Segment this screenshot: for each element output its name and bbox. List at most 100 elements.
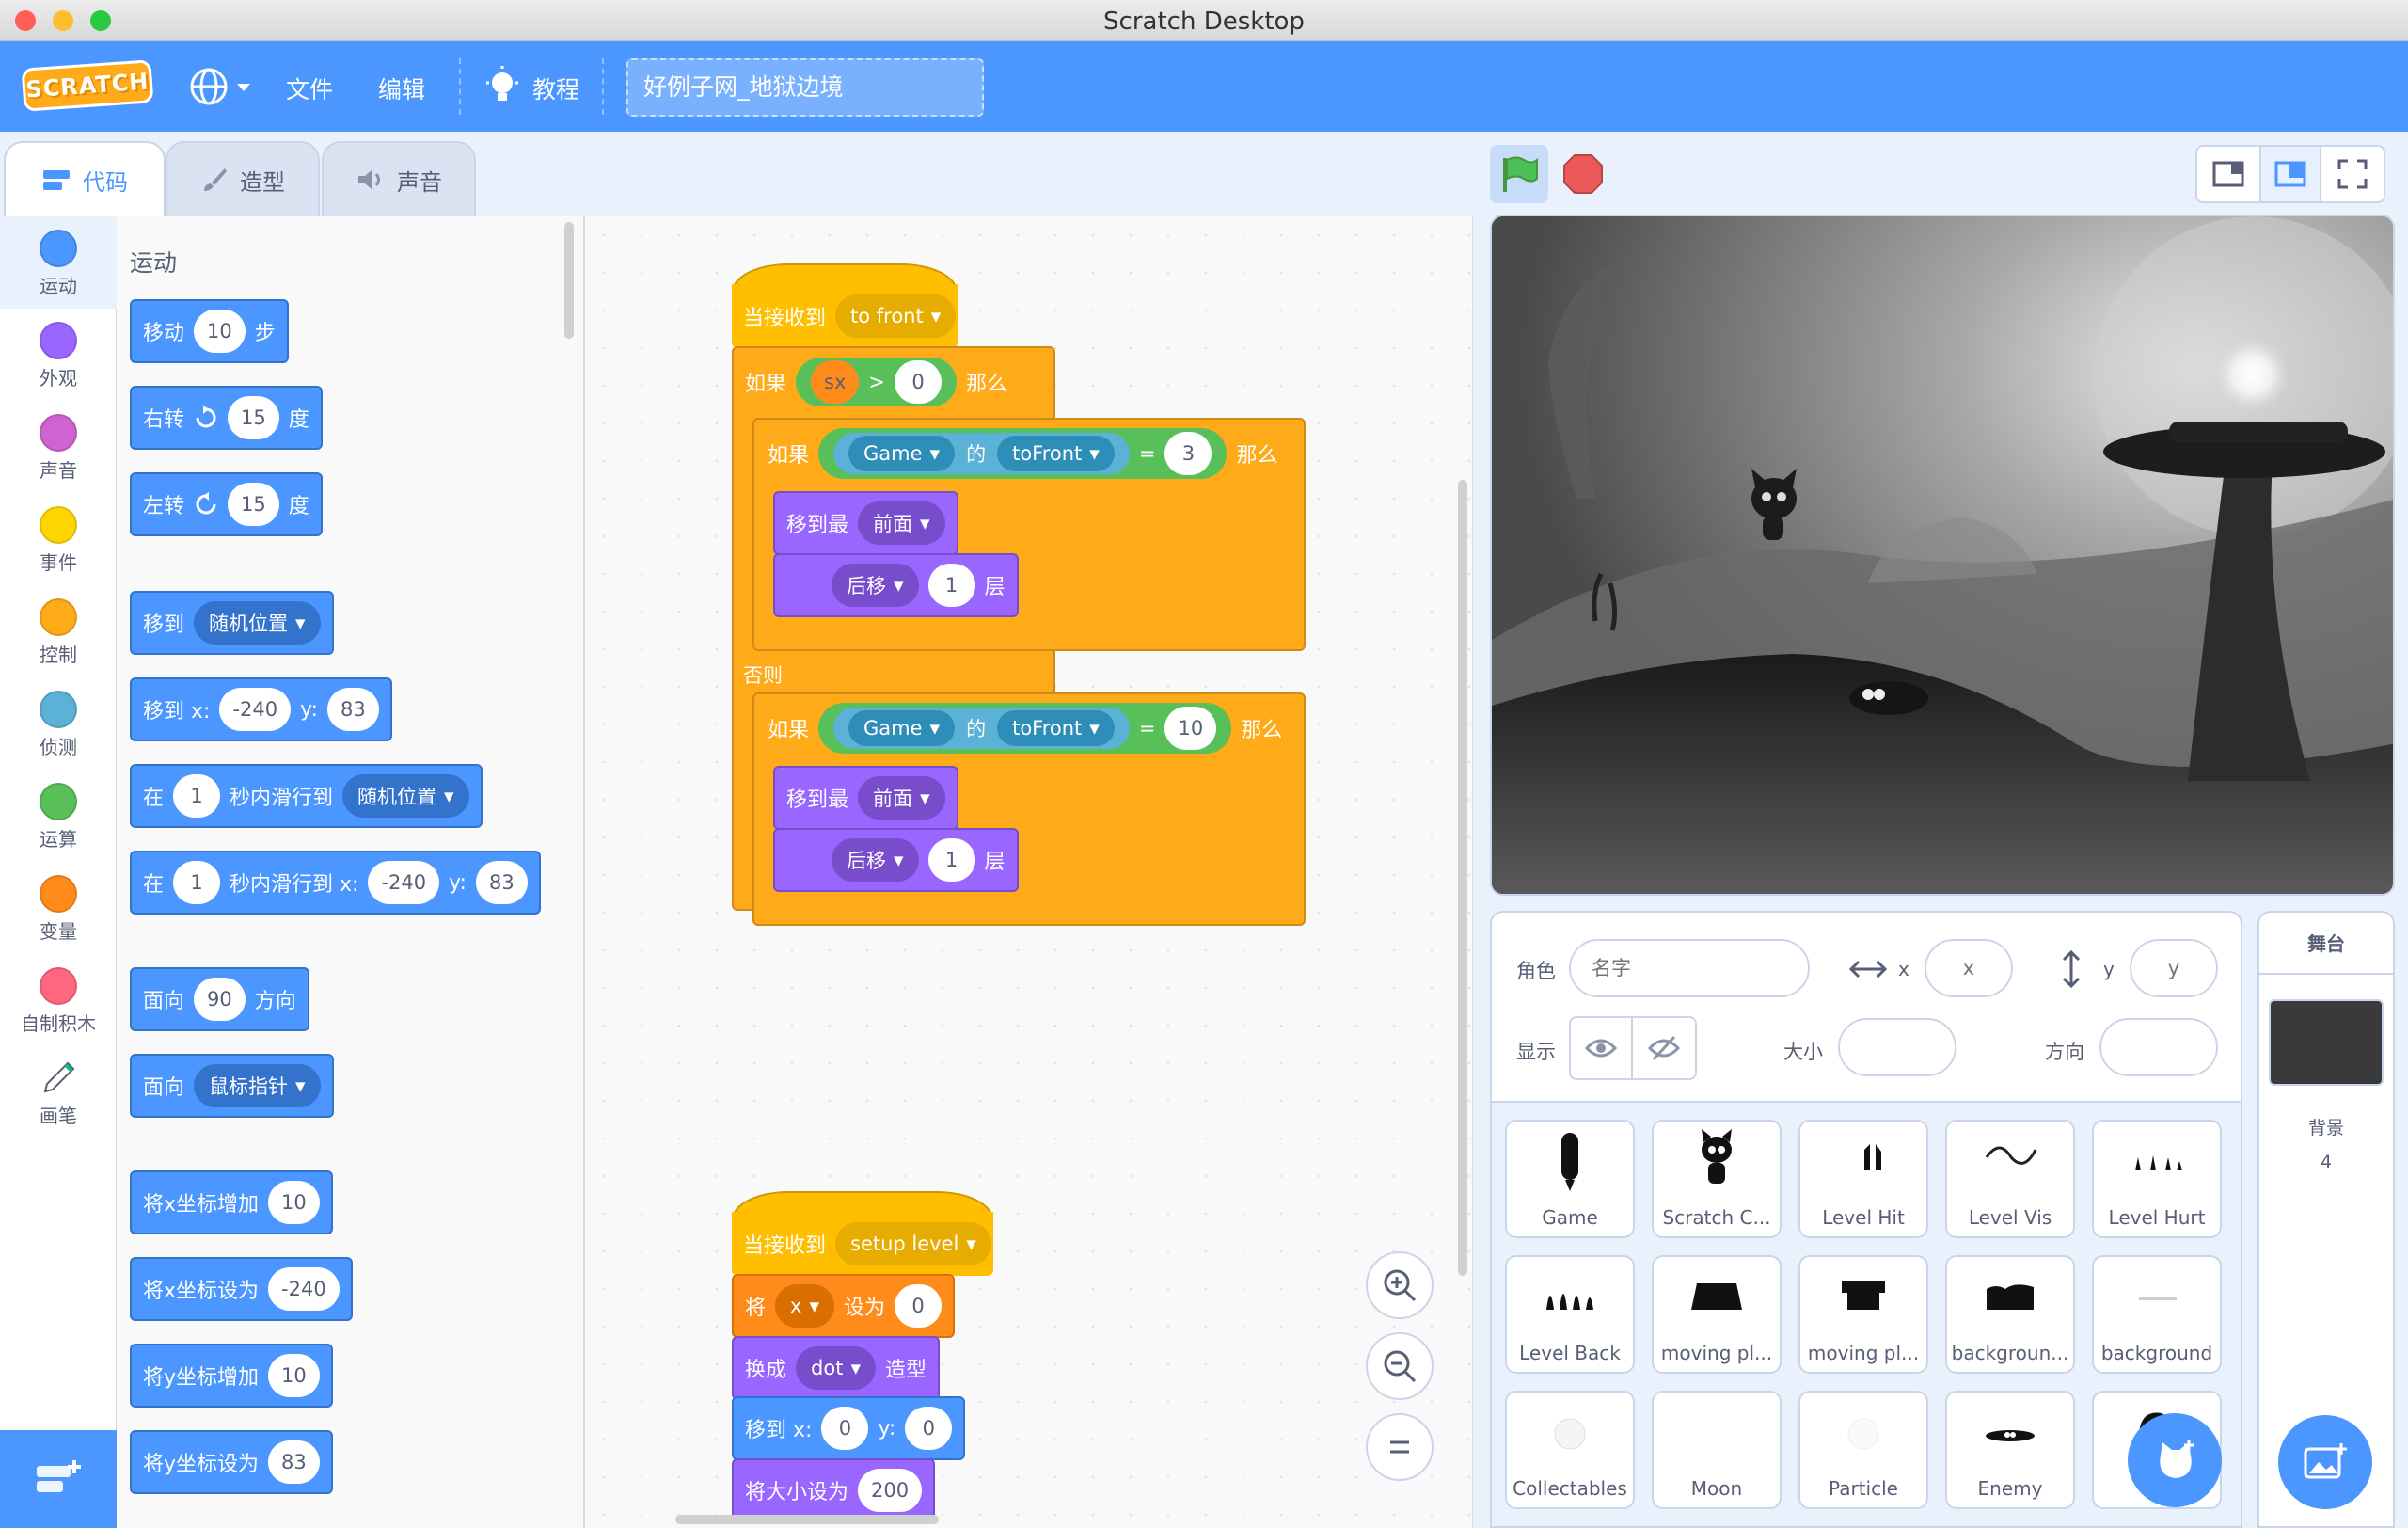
script-vertical-scrollbar[interactable] — [1458, 480, 1467, 1276]
sprite-tile[interactable]: Level Hit — [1798, 1120, 1928, 1238]
zoom-reset-button[interactable] — [1366, 1413, 1434, 1481]
tab-sounds[interactable]: 声音 — [322, 141, 476, 216]
direction-input[interactable]: 90 — [194, 978, 246, 1021]
block-palette[interactable]: 运动 移动 10 步 右转 15 度 左转 15 度 移到 随机位置 ▾ 移到 x: -240 y:… — [117, 216, 585, 1528]
normal-stage-button[interactable] — [2259, 147, 2321, 201]
x-input[interactable]: 0 — [821, 1407, 869, 1450]
scratch-logo[interactable]: SCRATCH — [21, 59, 154, 112]
stage-canvas[interactable] — [1490, 215, 2395, 896]
turn-left-block[interactable]: 左转 15 度 — [130, 472, 323, 536]
edit-menu[interactable]: 编辑 — [378, 72, 425, 105]
goto-xy-block[interactable]: 移到 x: 0 y: 0 — [732, 1396, 966, 1460]
property-dropdown[interactable]: toFront ▾ — [997, 436, 1115, 471]
sprite-tile[interactable]: moving pl... — [1798, 1255, 1928, 1374]
green-flag-button[interactable] — [1490, 145, 1548, 203]
value-input[interactable]: 0 — [895, 1284, 943, 1328]
compare-value-input[interactable]: 3 — [1164, 432, 1212, 475]
set-size-block[interactable]: 将大小设为 200 — [732, 1458, 936, 1522]
sprite-dropdown[interactable]: Game ▾ — [848, 710, 956, 746]
steps-input[interactable]: 10 — [194, 310, 246, 353]
glide-block[interactable]: 在 1 秒内滑行到 随机位置 ▾ — [130, 764, 483, 828]
stop-button[interactable] — [1558, 149, 1608, 199]
x-input[interactable]: -240 — [368, 861, 440, 904]
equals-operator[interactable]: Game ▾ 的 toFront ▾ = 10 — [818, 703, 1232, 754]
compare-value-input[interactable]: 0 — [895, 360, 942, 404]
glide-xy-block[interactable]: 在 1 秒内滑行到 x: -240 y: 83 — [130, 851, 541, 915]
y-input[interactable]: 0 — [905, 1407, 953, 1450]
set-y-block[interactable]: 将y坐标设为 83 — [130, 1430, 333, 1494]
variable-dropdown[interactable]: x ▾ — [775, 1284, 834, 1328]
sprite-tile[interactable]: Game — [1505, 1120, 1635, 1238]
category-8[interactable]: 自制积木 — [0, 954, 117, 1046]
set-variable-block[interactable]: 将 x ▾ 设为 0 — [732, 1274, 956, 1338]
go-to-front-block[interactable]: 移到最 前面 ▾ — [773, 491, 958, 555]
sprite-dropdown[interactable]: Game ▾ — [848, 436, 956, 471]
sprite-tile[interactable]: Enemy — [1945, 1391, 2075, 1509]
variable-reporter[interactable]: sx — [811, 360, 860, 404]
category-0[interactable]: 运动 — [0, 216, 117, 309]
sensing-of-block[interactable]: Game ▾ 的 toFront ▾ — [833, 708, 1130, 749]
when-receive-block[interactable]: 当接收到 setup level ▾ — [732, 1212, 993, 1276]
stage-selector-panel[interactable]: 舞台 背景 4 — [2258, 911, 2395, 1528]
category-7[interactable]: 变量 — [0, 862, 117, 954]
sprite-tile[interactable]: moving pl... — [1652, 1255, 1782, 1374]
x-set-input[interactable]: -240 — [268, 1267, 340, 1311]
when-receive-block[interactable]: 当接收到 to front ▾ — [732, 284, 958, 348]
sprite-tile[interactable]: background — [2092, 1255, 2222, 1374]
forward-back-dropdown[interactable]: 后移 ▾ — [832, 564, 919, 607]
tab-code[interactable]: 代码 — [4, 141, 166, 216]
sprite-tile[interactable]: Level Hurt — [2092, 1120, 2222, 1238]
stage-thumbnail[interactable] — [2269, 999, 2384, 1086]
set-x-block[interactable]: 将x坐标设为 -240 — [130, 1257, 353, 1321]
glide-dropdown[interactable]: 随机位置 ▾ — [342, 774, 469, 818]
turn-right-block[interactable]: 右转 15 度 — [130, 386, 323, 450]
y-position-input[interactable] — [2130, 939, 2218, 997]
category-5[interactable]: 侦测 — [0, 677, 117, 770]
direction-input[interactable] — [2099, 1018, 2218, 1076]
hide-sprite-button[interactable] — [1633, 1018, 1695, 1078]
equals-operator[interactable]: Game ▾ 的 toFront ▾ = 3 — [818, 428, 1228, 479]
point-direction-block[interactable]: 面向 90 方向 — [130, 967, 309, 1031]
goto-xy-block[interactable]: 移到 x: -240 y: 83 — [130, 677, 392, 741]
seconds-input[interactable]: 1 — [173, 774, 221, 818]
tab-costumes[interactable]: 造型 — [166, 141, 320, 216]
size-input[interactable] — [1838, 1018, 1956, 1076]
change-y-block[interactable]: 将y坐标增加 10 — [130, 1344, 333, 1408]
change-x-block[interactable]: 将x坐标增加 10 — [130, 1170, 333, 1234]
point-towards-dropdown[interactable]: 鼠标指针 ▾ — [194, 1064, 321, 1107]
y-change-input[interactable]: 10 — [268, 1354, 320, 1397]
y-input[interactable]: 83 — [475, 861, 528, 904]
show-sprite-button[interactable] — [1571, 1018, 1633, 1078]
sprite-tile[interactable]: Moon — [1652, 1391, 1782, 1509]
degrees-input[interactable]: 15 — [228, 396, 279, 439]
goto-dropdown[interactable]: 随机位置 ▾ — [194, 601, 321, 645]
sprite-tile[interactable]: Level Vis — [1945, 1120, 2075, 1238]
palette-scrollbar[interactable] — [564, 222, 574, 339]
fullscreen-button[interactable] — [2321, 147, 2384, 201]
zoom-out-button[interactable] — [1366, 1332, 1434, 1400]
category-2[interactable]: 声音 — [0, 401, 117, 493]
tutorials-label[interactable]: 教程 — [532, 72, 579, 105]
category-4[interactable]: 控制 — [0, 585, 117, 677]
add-sprite-button[interactable] — [2128, 1413, 2222, 1507]
x-position-input[interactable] — [1925, 939, 2013, 997]
add-extension-button[interactable] — [0, 1430, 117, 1528]
compare-value-input[interactable]: 10 — [1164, 707, 1217, 750]
sprite-tile[interactable]: backgroun... — [1945, 1255, 2075, 1374]
small-stage-button[interactable] — [2197, 147, 2259, 201]
forward-back-dropdown[interactable]: 后移 ▾ — [832, 838, 919, 882]
message-dropdown[interactable]: setup level ▾ — [835, 1222, 991, 1265]
x-input[interactable]: -240 — [219, 688, 292, 731]
category-3[interactable]: 事件 — [0, 493, 117, 585]
layer-dropdown[interactable]: 前面 ▾ — [858, 776, 945, 820]
property-dropdown[interactable]: toFront ▾ — [997, 710, 1115, 746]
seconds-input[interactable]: 1 — [173, 861, 221, 904]
go-back-layers-block[interactable]: 后移 ▾ 1 层 — [773, 553, 1019, 617]
add-backdrop-button[interactable] — [2278, 1415, 2372, 1509]
tutorials-menu[interactable] — [483, 66, 521, 111]
y-input[interactable]: 83 — [326, 688, 379, 731]
script-horizontal-scrollbar[interactable] — [675, 1515, 939, 1524]
greater-than-operator[interactable]: sx >0 — [796, 358, 957, 406]
degrees-input[interactable]: 15 — [228, 483, 279, 526]
category-6[interactable]: 运算 — [0, 770, 117, 862]
